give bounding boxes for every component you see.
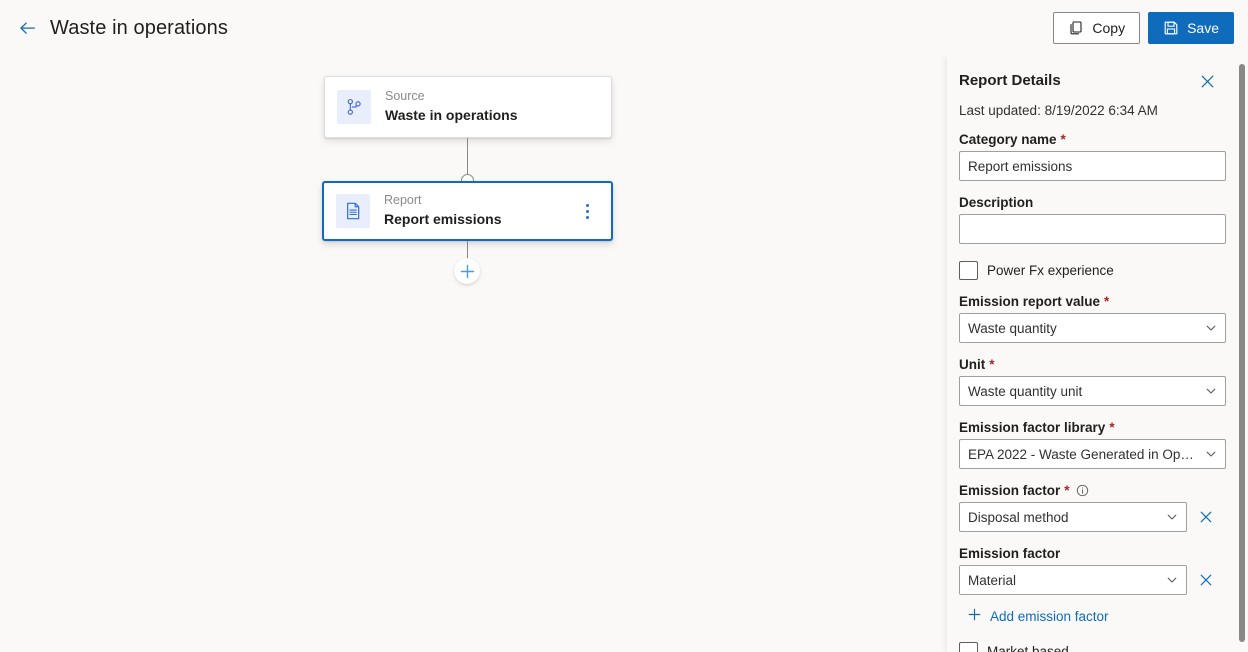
market-based-checkbox-label: Market based — [987, 644, 1069, 652]
category-name-value: Report emissions — [968, 158, 1073, 174]
emission-report-value-label-text: Emission report value — [959, 294, 1101, 309]
info-icon[interactable] — [1076, 484, 1089, 497]
flow-node-source-name: Waste in operations — [385, 107, 518, 124]
emission-factor-2-label-text: Emission factor — [959, 546, 1061, 561]
flow-node-source[interactable]: Source Waste in operations — [324, 76, 612, 138]
flow-node-source-text: Source Waste in operations — [385, 89, 518, 124]
emission-report-value-selected: Waste quantity — [968, 320, 1057, 336]
branch-icon — [337, 90, 371, 124]
emission-factor-1-row: Disposal method — [959, 502, 1216, 532]
chevron-down-icon — [1166, 511, 1178, 523]
copy-icon — [1068, 20, 1084, 36]
emission-factor-2-selected: Material — [968, 572, 1017, 588]
last-updated-text: Last updated: 8/19/2022 6:34 AM — [959, 103, 1158, 118]
top-command-bar: Waste in operations Copy Save — [0, 0, 1248, 56]
emission-factor-library-label-text: Emission factor library — [959, 420, 1106, 435]
plus-icon — [460, 264, 474, 278]
document-icon — [336, 194, 370, 228]
required-marker: * — [1060, 132, 1066, 147]
emission-factor-library-selected: EPA 2022 - Waste Generated in Opera... — [968, 446, 1199, 462]
flow-node-source-kind: Source — [385, 89, 425, 104]
page-title: Waste in operations — [50, 16, 228, 39]
add-step-button[interactable] — [454, 258, 480, 284]
power-fx-checkbox[interactable] — [959, 261, 978, 280]
market-based-checkbox[interactable] — [959, 642, 978, 652]
panel-header: Report Details — [959, 70, 1216, 92]
emission-factor-1-remove-button[interactable] — [1197, 508, 1215, 526]
flow-node-report[interactable]: Report Report emissions — [322, 181, 613, 241]
panel-scrollbar-thumb[interactable] — [1239, 64, 1245, 642]
unit-selected: Waste quantity unit — [968, 383, 1083, 399]
emission-report-value-label: Emission report value * — [959, 294, 1216, 309]
unit-dropdown[interactable]: Waste quantity unit — [959, 376, 1226, 406]
emission-factor-library-label: Emission factor library * — [959, 420, 1216, 435]
copy-button[interactable]: Copy — [1053, 12, 1141, 44]
more-dot — [585, 203, 589, 207]
category-name-input[interactable]: Report emissions — [959, 151, 1226, 181]
emission-factor-2-dropdown[interactable]: Material — [959, 565, 1187, 595]
required-marker: * — [989, 357, 995, 372]
required-marker: * — [1109, 420, 1115, 435]
copy-button-label: Copy — [1092, 20, 1126, 36]
save-icon — [1163, 20, 1179, 36]
panel-close-button[interactable] — [1196, 70, 1218, 92]
category-name-label: Category name * — [959, 132, 1216, 147]
more-vertical-icon[interactable] — [575, 196, 599, 226]
flow-canvas[interactable]: Source Waste in operations Report Report… — [0, 56, 947, 652]
market-based-checkbox-row[interactable]: Market based — [959, 642, 1216, 652]
category-name-label-text: Category name — [959, 132, 1057, 147]
chevron-down-icon — [1205, 385, 1217, 397]
unit-label-text: Unit — [959, 357, 986, 372]
more-dot — [585, 209, 589, 213]
close-icon — [1201, 75, 1213, 87]
add-emission-factor-button[interactable]: Add emission factor — [967, 607, 1216, 625]
emission-factor-2-label: Emission factor — [959, 546, 1216, 561]
save-button-label: Save — [1187, 20, 1219, 36]
emission-factor-2-remove-button[interactable] — [1197, 571, 1215, 589]
chevron-down-icon — [1166, 574, 1178, 586]
emission-factor-1-label: Emission factor * — [959, 483, 1216, 498]
report-details-panel-body: Report Details Last updated: 8/19/2022 6… — [947, 56, 1236, 652]
required-marker: * — [1104, 294, 1110, 309]
flow-node-report-name: Report emissions — [384, 211, 502, 228]
emission-report-value-dropdown[interactable]: Waste quantity — [959, 313, 1226, 343]
close-icon — [1200, 574, 1212, 586]
report-details-panel: Report Details Last updated: 8/19/2022 6… — [947, 56, 1248, 652]
emission-factor-1-dropdown[interactable]: Disposal method — [959, 502, 1187, 532]
chevron-down-icon — [1205, 322, 1217, 334]
emission-factor-library-dropdown[interactable]: EPA 2022 - Waste Generated in Opera... — [959, 439, 1226, 469]
add-emission-factor-label: Add emission factor — [990, 608, 1109, 624]
chevron-down-icon — [1205, 448, 1217, 460]
flow-node-report-text: Report Report emissions — [384, 193, 501, 228]
description-label: Description — [959, 195, 1216, 210]
app-root: Waste in operations Copy Save Source Was… — [0, 0, 1248, 652]
back-button[interactable] — [14, 15, 40, 41]
emission-factor-1-selected: Disposal method — [968, 509, 1069, 525]
plus-icon — [967, 607, 982, 625]
emission-factor-2-row: Material — [959, 565, 1216, 595]
arrow-left-icon — [19, 21, 35, 34]
unit-label: Unit * — [959, 357, 1216, 372]
emission-factor-1-label-text: Emission factor — [959, 483, 1061, 498]
description-input[interactable] — [959, 214, 1226, 244]
required-marker: * — [1064, 483, 1070, 498]
panel-title: Report Details — [959, 72, 1061, 89]
power-fx-checkbox-label: Power Fx experience — [987, 263, 1114, 278]
more-dot — [585, 215, 589, 219]
flow-node-report-kind: Report — [384, 193, 422, 208]
description-label-text: Description — [959, 195, 1034, 210]
close-icon — [1200, 511, 1212, 523]
power-fx-checkbox-row[interactable]: Power Fx experience — [959, 261, 1216, 280]
panel-scrollbar-track[interactable] — [1236, 56, 1248, 652]
save-button[interactable]: Save — [1148, 12, 1234, 44]
